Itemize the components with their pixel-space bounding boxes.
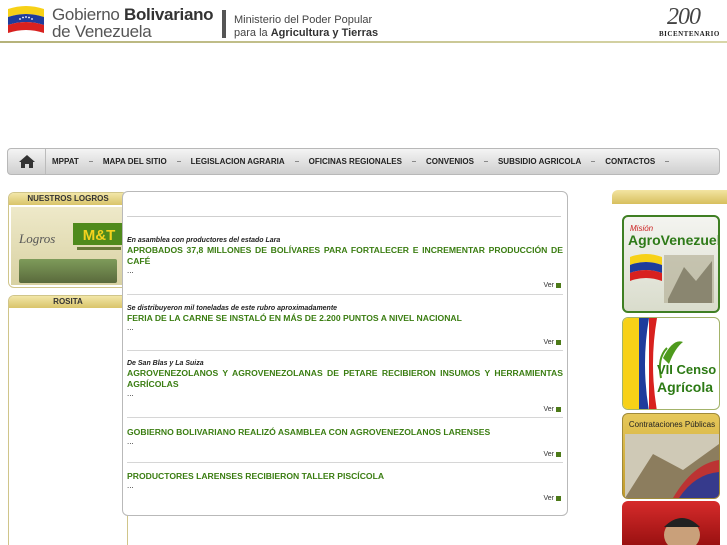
news-subtitle: En asamblea con productores del estado L… <box>127 237 281 244</box>
grid-icon <box>556 452 561 457</box>
government-title: Gobierno Bolivariano de Venezuela <box>52 6 214 41</box>
contrataciones-art: Contrataciones Públicas <box>625 420 719 498</box>
ver-more-link[interactable]: Ver <box>543 339 561 346</box>
nuestros-logros-header: NUESTROS LOGROS <box>9 193 127 205</box>
nav-item-subsidio-agricola[interactable]: SUBSIDIO AGRICOLA <box>498 157 605 166</box>
ver-more-link[interactable]: Ver <box>543 282 561 289</box>
mat-logo-icon: M&T <box>73 223 125 250</box>
header-divider <box>222 10 226 38</box>
ver-more-link[interactable]: Ver <box>543 451 561 458</box>
news-item: De San Blas y La Suiza AGROVENEZOLANOS Y… <box>127 359 563 418</box>
rosita-header: ROSITA <box>9 296 127 308</box>
news-subtitle: De San Blas y La Suiza <box>127 360 204 367</box>
nav-item-legislacion-agraria[interactable]: LEGISLACION AGRARIA <box>191 157 309 166</box>
header-underline <box>0 41 727 43</box>
news-divider <box>127 294 563 295</box>
mision-agrovenezuela-banner[interactable]: Misión AgroVenezuela <box>622 215 720 313</box>
news-divider <box>127 417 563 418</box>
home-icon <box>18 155 35 168</box>
grid-icon <box>556 496 561 501</box>
gov-title-line2: de Venezuela <box>52 22 152 41</box>
svg-text:AgroVenezuela: AgroVenezuela <box>628 232 718 248</box>
censo-art: VII Censo Agrícola <box>623 318 716 409</box>
news-ellipsis: ... <box>127 389 134 398</box>
agrovenezuela-art: Misión AgroVenezuela <box>628 224 718 303</box>
rosita-panel: ROSITA <box>8 295 128 545</box>
news-ellipsis: ... <box>127 437 134 446</box>
grid-icon <box>556 283 561 288</box>
nav-separator <box>88 161 93 162</box>
news-subtitle: Se distribuyeron mil toneladas de este r… <box>127 305 338 312</box>
logros-photo <box>19 259 117 283</box>
news-title-link[interactable]: GOBIERNO BOLIVARIANO REALIZÓ ASAMBLEA CO… <box>127 427 563 438</box>
ministry-line2: para la Agricultura y Tierras <box>234 27 378 40</box>
main-nav: MPPAT MAPA DEL SITIO LEGISLACION AGRARIA… <box>7 148 720 175</box>
news-title-link[interactable]: PRODUCTORES LARENSES RECIBIERON TALLER P… <box>127 471 563 482</box>
news-title-link[interactable]: FERIA DE LA CARNE SE INSTALÓ EN MÁS DE 2… <box>127 313 563 324</box>
nav-items: MPPAT MAPA DEL SITIO LEGISLACION AGRARIA… <box>52 149 679 174</box>
venezuela-flag-icon <box>8 6 44 33</box>
logros-banner[interactable]: Logros M&T <box>11 207 125 285</box>
bicentenario-text: BICENTENARIO <box>659 30 720 38</box>
svg-text:M&T: M&T <box>83 227 116 244</box>
ministry-line1: Ministerio del Poder Popular <box>234 14 373 26</box>
news-ellipsis: ... <box>127 323 134 332</box>
ver-more-link[interactable]: Ver <box>543 495 561 502</box>
svg-text:VII Censo: VII Censo <box>657 362 716 377</box>
ministry-line2-part: para la <box>234 27 268 39</box>
news-title-link[interactable]: APROBADOS 37,8 MILLONES DE BOLÍVARES PAR… <box>127 245 563 267</box>
nav-item-oficinas-regionales[interactable]: OFICINAS REGIONALES <box>309 157 426 166</box>
svg-text:Contrataciones Públicas: Contrataciones Públicas <box>629 420 715 429</box>
nav-item-mapa-del-sitio[interactable]: MAPA DEL SITIO <box>103 157 191 166</box>
logros-word: Logros <box>19 231 56 246</box>
ver-more-link[interactable]: Ver <box>543 406 561 413</box>
news-top-divider <box>127 216 561 217</box>
nav-separator <box>665 161 670 162</box>
home-button[interactable] <box>8 149 46 174</box>
grid-icon <box>556 407 561 412</box>
bicentenario-logo: 200 BICENTENARIO <box>655 4 721 40</box>
nav-separator <box>176 161 181 162</box>
news-ellipsis: ... <box>127 481 134 490</box>
contrataciones-publicas-banner[interactable]: Contrataciones Públicas <box>622 413 720 499</box>
site-header: Gobierno Bolivariano de Venezuela Minist… <box>0 0 727 44</box>
portrait-art <box>664 518 700 545</box>
grid-icon <box>556 340 561 345</box>
nav-separator <box>411 161 416 162</box>
news-divider <box>127 350 563 351</box>
news-item: Se distribuyeron mil toneladas de este r… <box>127 304 563 351</box>
news-item: GOBIERNO BOLIVARIANO REALIZÓ ASAMBLEA CO… <box>127 427 563 463</box>
nuestros-logros-panel: NUESTROS LOGROS Logros M&T <box>8 192 128 288</box>
svg-text:Agrícola: Agrícola <box>657 379 713 395</box>
page: Gobierno Bolivariano de Venezuela Minist… <box>0 0 727 545</box>
nav-item-convenios[interactable]: CONVENIOS <box>426 157 498 166</box>
vii-censo-agricola-banner[interactable]: VII Censo Agrícola <box>622 317 720 410</box>
bicentenario-number: 200 <box>667 4 701 30</box>
ministry-line2-bold: Agricultura y Tierras <box>270 27 379 39</box>
news-item: En asamblea con productores del estado L… <box>127 236 563 295</box>
news-item: PRODUCTORES LARENSES RECIBIERON TALLER P… <box>127 471 563 502</box>
right-column-header <box>612 190 727 204</box>
news-ellipsis: ... <box>127 266 134 275</box>
nav-separator <box>483 161 488 162</box>
ministry-title: Ministerio del Poder Popular para la Agr… <box>234 14 378 40</box>
red-banner[interactable] <box>622 501 720 545</box>
nav-item-mppat[interactable]: MPPAT <box>52 157 103 166</box>
news-panel: En asamblea con productores del estado L… <box>122 191 568 516</box>
nav-separator <box>591 161 596 162</box>
nav-separator <box>294 161 299 162</box>
news-divider <box>127 462 563 463</box>
nav-item-contactos[interactable]: CONTACTOS <box>605 157 679 166</box>
news-title-link[interactable]: AGROVENEZOLANOS Y AGROVENEZOLANAS DE PET… <box>127 368 563 390</box>
